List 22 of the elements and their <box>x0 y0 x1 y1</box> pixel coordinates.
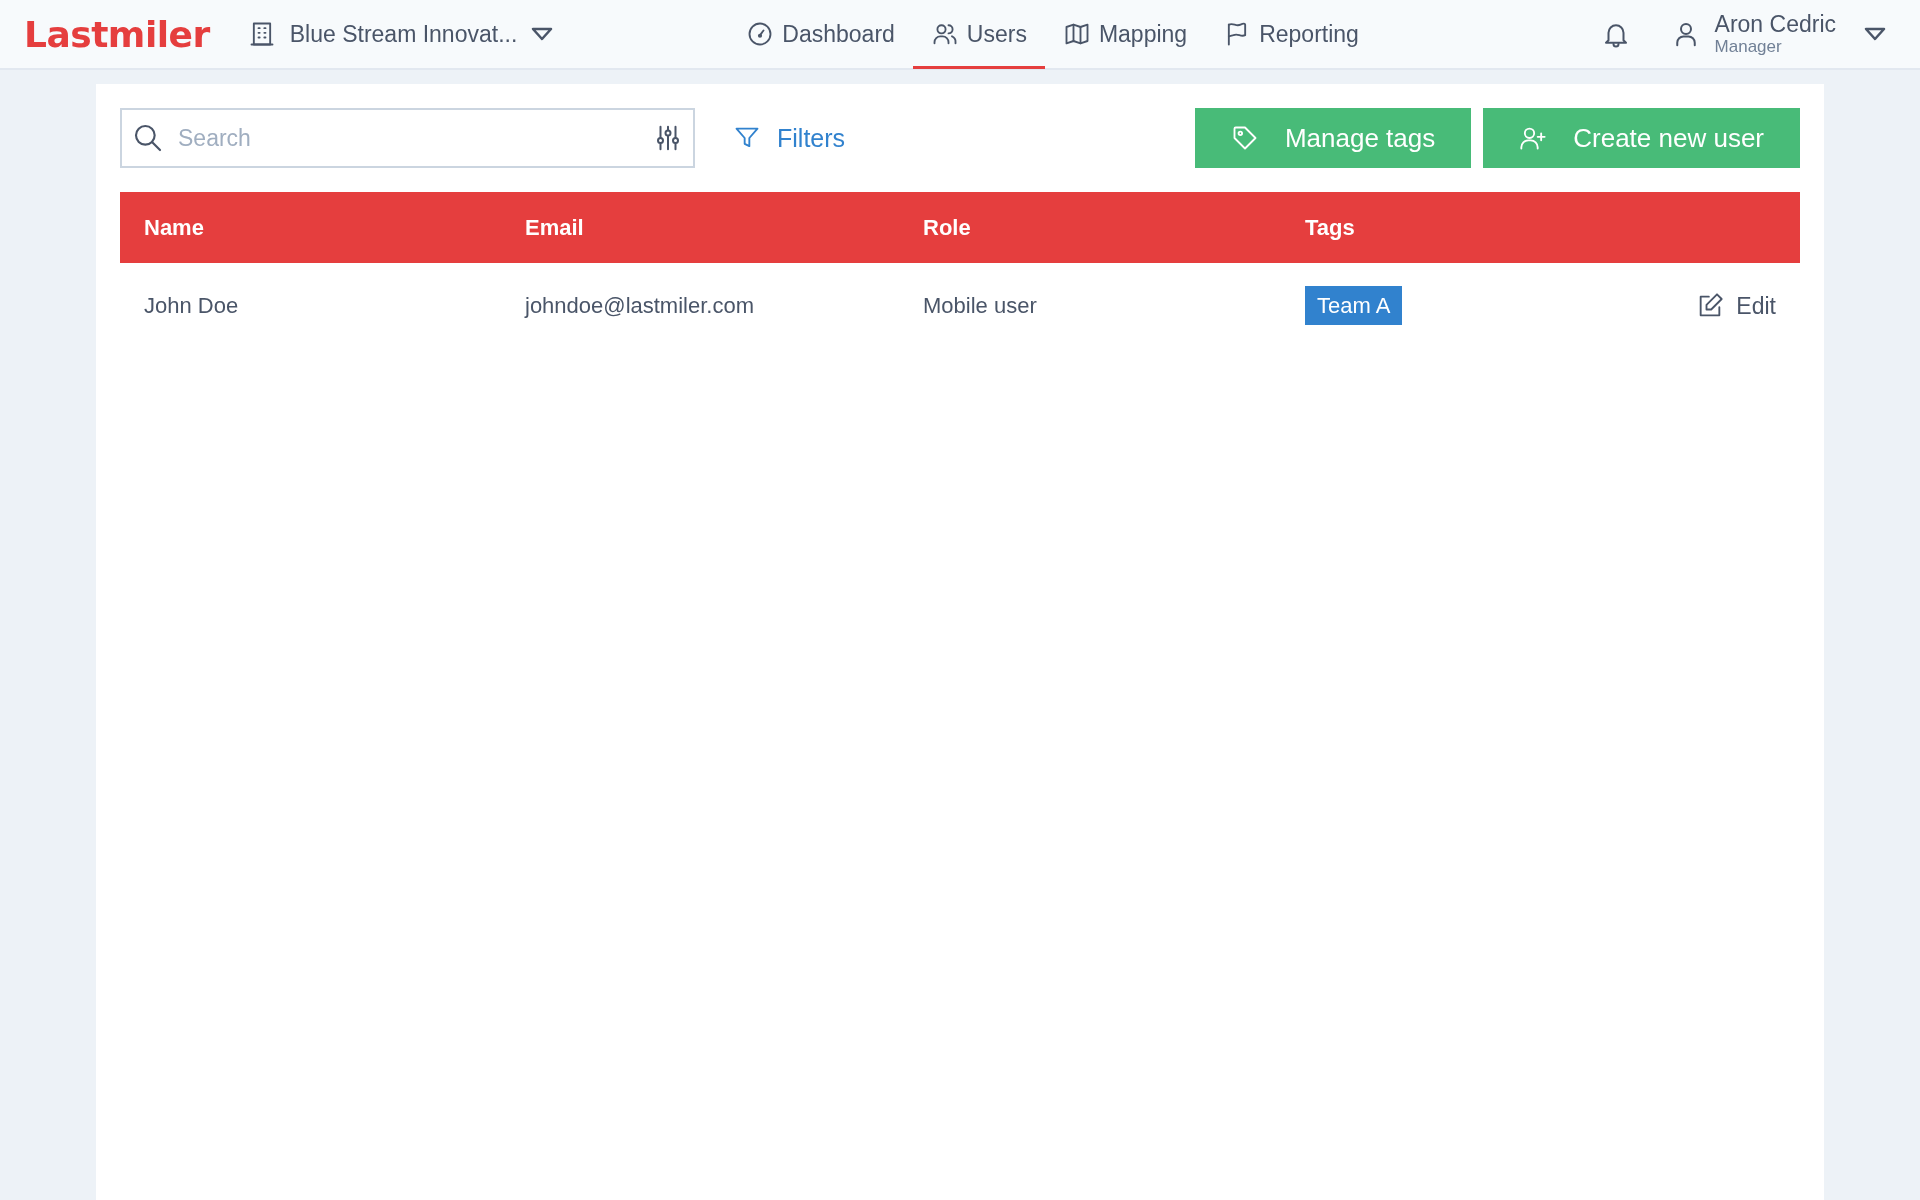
nav-tab[interactable]: Users <box>912 0 1045 69</box>
column-header: Role <box>923 214 972 241</box>
organization-selector[interactable]: Blue Stream Innovat... <box>247 20 554 48</box>
column-header: Name <box>144 214 205 241</box>
nav-tab[interactable]: Mapping <box>1044 0 1206 69</box>
tag-label: Team A <box>1305 286 1403 325</box>
logo: Lastmiler <box>24 13 210 55</box>
search-field[interactable]: Search <box>120 108 695 168</box>
column-header: Email <box>525 214 585 241</box>
user-menu[interactable]: Aron Cedric Manager <box>1670 11 1886 57</box>
filters-button[interactable]: Filters <box>733 123 846 153</box>
table-cell-text: Mobile user <box>923 293 1038 319</box>
edit-button[interactable]: Edit <box>1696 292 1776 320</box>
table-cell-text: John Doe <box>144 293 240 319</box>
column-header: Tags <box>1305 214 1356 241</box>
caret-icon <box>531 27 554 41</box>
table-cell-text: johndoe@lastmiler.com <box>525 293 755 319</box>
search-input[interactable]: Search <box>176 123 641 153</box>
caret-icon <box>1864 27 1886 41</box>
search-icon <box>132 122 164 154</box>
nav-tab[interactable]: Dashboard <box>728 0 913 69</box>
nav-tab[interactable]: Reporting <box>1205 0 1377 69</box>
